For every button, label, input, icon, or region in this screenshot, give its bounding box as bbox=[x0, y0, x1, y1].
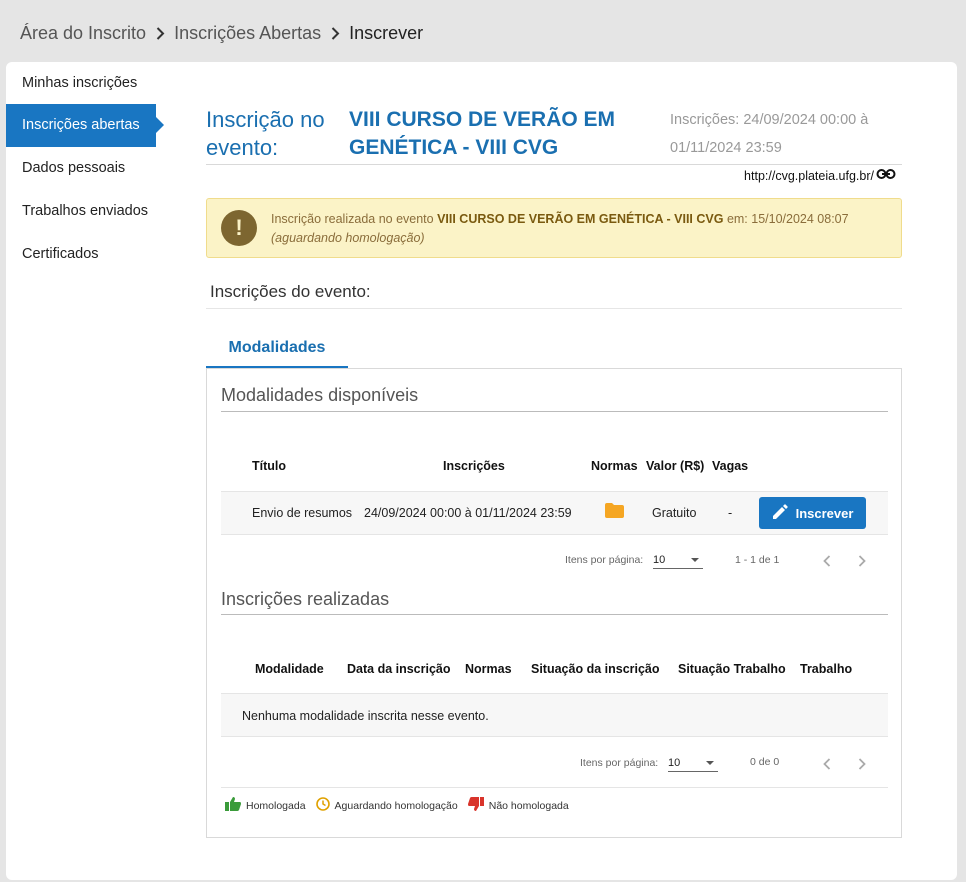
folder-icon[interactable] bbox=[605, 503, 624, 523]
event-period: Inscrições: 24/09/2024 00:00 à 01/11/202… bbox=[670, 112, 869, 156]
col-header-vagas: Vagas bbox=[712, 459, 749, 473]
pager-label: Itens por página: bbox=[580, 757, 659, 769]
pager-range: 0 de 0 bbox=[750, 756, 780, 768]
clock-icon bbox=[315, 797, 330, 814]
alert-event-name: VIII CURSO DE VERÃO EM GENÉTICA - VIII C… bbox=[437, 212, 724, 226]
cell-vagas: - bbox=[728, 506, 733, 520]
sidebar-item-inscricoes-abertas[interactable]: Inscrições abertas bbox=[6, 104, 164, 147]
event-label: Inscrição no evento: bbox=[206, 107, 325, 160]
page-size-select[interactable]: 10 bbox=[653, 551, 703, 569]
divider bbox=[221, 614, 888, 615]
alert-prefix: Inscrição realizada no evento bbox=[271, 212, 438, 226]
breadcrumb-current: Inscrever bbox=[349, 22, 424, 43]
done-title: Inscrições realizadas bbox=[221, 589, 390, 609]
thumbs-up-icon bbox=[225, 797, 241, 814]
registration-alert: ! Inscrição realizada no evento VIII CUR… bbox=[206, 198, 902, 258]
cell-titulo: Envio de resumos bbox=[252, 506, 353, 520]
cell-inscricoes: 24/09/2024 00:00 à 01/11/2024 23:59 bbox=[364, 506, 572, 520]
available-title: Modalidades disponíveis bbox=[221, 385, 419, 405]
col-header-valor: Valor (R$) bbox=[646, 459, 705, 473]
inscrever-button-label: Inscrever bbox=[795, 505, 854, 521]
page-size-value: 10 bbox=[653, 553, 666, 566]
col-header-data: Data da inscrição bbox=[347, 662, 451, 676]
alert-status: (aguardando homologação) bbox=[271, 231, 425, 245]
sidebar: Minhas inscrições Inscrições abertas Dad… bbox=[6, 62, 166, 276]
sidebar-item-minhas-inscricoes[interactable]: Minhas inscrições bbox=[6, 62, 166, 104]
sidebar-item-dados-pessoais[interactable]: Dados pessoais bbox=[6, 147, 166, 190]
prev-page-icon[interactable] bbox=[819, 553, 835, 569]
alert-suffix: em: 15/10/2024 08:07 bbox=[723, 212, 849, 226]
next-page-icon[interactable] bbox=[854, 756, 870, 772]
pencil-icon bbox=[772, 503, 788, 523]
content-card: Minhas inscrições Inscrições abertas Dad… bbox=[6, 62, 957, 880]
legend-pending-label: Aguardando homologação bbox=[334, 799, 458, 812]
breadcrumb: Área do Inscrito Inscrições Abertas Insc… bbox=[20, 20, 423, 46]
page-size-value: 10 bbox=[668, 756, 681, 769]
event-url[interactable]: http://cvg.plateia.ufg.br/ bbox=[744, 169, 874, 183]
legend-rejected-label: Não homologada bbox=[488, 799, 569, 812]
col-header-situacao-trabalho: Situação Trabalho bbox=[678, 662, 786, 676]
event-link[interactable]: http://cvg.plateia.ufg.br/ bbox=[744, 168, 896, 183]
divider bbox=[221, 787, 888, 788]
chevron-right-icon bbox=[329, 26, 341, 40]
prev-page-icon[interactable] bbox=[819, 756, 835, 772]
divider bbox=[206, 308, 902, 309]
next-page-icon[interactable] bbox=[854, 553, 870, 569]
breadcrumb-item-area[interactable]: Área do Inscrito bbox=[20, 23, 146, 44]
status-legend: Homologada Aguardando homologação Não ho… bbox=[225, 797, 579, 814]
page-size-select[interactable]: 10 bbox=[668, 754, 718, 772]
inscrever-button[interactable]: Inscrever bbox=[759, 497, 866, 529]
breadcrumb-item-inscricoes[interactable]: Inscrições Abertas bbox=[174, 23, 321, 44]
legend-pending: Aguardando homologação bbox=[315, 797, 458, 814]
alert-text: Inscrição realizada no evento VIII CURSO… bbox=[271, 210, 849, 248]
link-icon bbox=[876, 168, 896, 183]
sidebar-item-trabalhos-enviados[interactable]: Trabalhos enviados bbox=[6, 190, 166, 233]
col-header-inscricoes: Inscrições bbox=[443, 459, 505, 473]
cell-valor: Gratuito bbox=[652, 506, 697, 520]
caret-down-icon bbox=[706, 760, 714, 765]
tab-panel: Modalidades disponíveis Título Inscriçõe… bbox=[206, 368, 902, 838]
sidebar-item-certificados[interactable]: Certificados bbox=[6, 233, 166, 276]
caret-down-icon bbox=[691, 557, 699, 562]
event-name: VIII CURSO DE VERÃO EM GENÉTICA - VIII C… bbox=[349, 108, 616, 159]
chevron-right-icon bbox=[154, 26, 166, 40]
legend-rejected: Não homologada bbox=[467, 797, 569, 814]
legend-approved-label: Homologada bbox=[246, 799, 306, 812]
exclamation-icon: ! bbox=[221, 210, 257, 246]
tab-modalidades[interactable]: Modalidades bbox=[206, 330, 348, 368]
col-header-normas: Normas bbox=[465, 662, 512, 676]
col-header-situacao: Situação da inscrição bbox=[531, 662, 660, 676]
empty-message: Nenhuma modalidade inscrita nesse evento… bbox=[242, 709, 489, 723]
divider bbox=[206, 164, 902, 165]
col-header-normas: Normas bbox=[591, 459, 638, 473]
divider bbox=[221, 411, 888, 412]
section-title: Inscrições do evento: bbox=[210, 282, 371, 301]
col-header-modalidade: Modalidade bbox=[255, 662, 324, 676]
pager-label: Itens por página: bbox=[565, 554, 644, 566]
col-header-titulo: Título bbox=[252, 459, 287, 473]
pager-range: 1 - 1 de 1 bbox=[735, 554, 780, 566]
col-header-trabalho: Trabalho bbox=[800, 662, 853, 676]
legend-approved: Homologada bbox=[225, 797, 306, 814]
thumbs-down-icon bbox=[467, 797, 484, 814]
